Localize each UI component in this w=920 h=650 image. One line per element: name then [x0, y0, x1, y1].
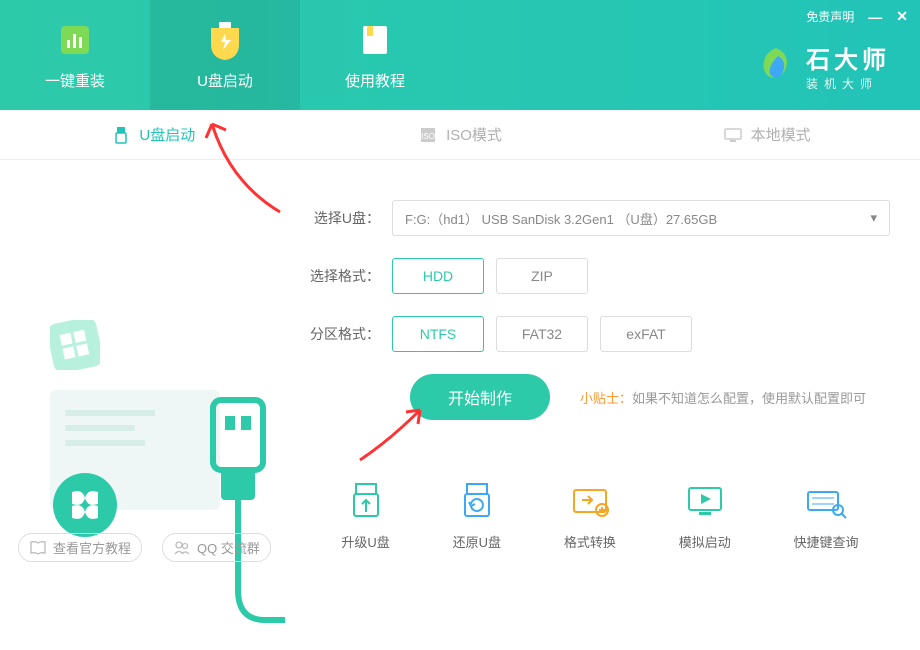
usb-cable-icon: [195, 390, 285, 650]
chevron-down-icon: ▾: [870, 210, 877, 226]
tip-label: 小贴士：: [580, 391, 632, 406]
format-label: 选择格式：: [310, 266, 380, 286]
partition-label: 分区格式：: [310, 324, 380, 344]
start-row: 开始制作 小贴士：如果不知道怎么配置，使用默认配置即可: [310, 374, 890, 420]
tab-label: U盘启动: [139, 124, 195, 145]
footer-label: QQ 交流群: [197, 538, 260, 557]
convert-icon: [568, 480, 612, 524]
partition-fat32[interactable]: FAT32: [496, 316, 588, 352]
tab-iso[interactable]: ISO ISO模式: [307, 110, 614, 159]
disclaimer-link[interactable]: 免责声明: [806, 8, 854, 25]
book-icon: [355, 20, 395, 60]
nav-usb-boot[interactable]: U盘启动: [150, 0, 300, 110]
action-restore-usb[interactable]: 还原U盘: [453, 480, 501, 551]
header: 一键重装 U盘启动 使用教程 免责声明 — ✕ 石大师 装机大师: [0, 0, 920, 110]
windows-tile-icon: [50, 320, 100, 370]
action-label: 格式转换: [564, 532, 616, 551]
nav-label: U盘启动: [197, 70, 253, 91]
usb-icon: [111, 125, 131, 145]
tab-local[interactable]: 本地模式: [613, 110, 920, 159]
tip: 小贴士：如果不知道怎么配置，使用默认配置即可: [580, 388, 866, 407]
nav-label: 使用教程: [345, 70, 405, 91]
action-label: 模拟启动: [679, 532, 731, 551]
format-zip[interactable]: ZIP: [496, 258, 588, 294]
usb-cycle-icon: [455, 480, 499, 524]
tab-usb-boot[interactable]: U盘启动: [0, 110, 307, 159]
brand-title: 石大师: [806, 40, 890, 75]
people-icon: [173, 539, 191, 557]
keyboard-search-icon: [804, 480, 848, 524]
tab-label: 本地模式: [751, 124, 811, 145]
close-button[interactable]: ✕: [896, 8, 908, 25]
action-label: 还原U盘: [453, 532, 501, 551]
form-panel: 选择U盘： F:G:（hd1） USB SanDisk 3.2Gen1 （U盘）…: [290, 160, 920, 580]
brand-subtitle: 装机大师: [806, 75, 890, 92]
nav-label: 一键重装: [45, 70, 105, 91]
play-monitor-icon: [683, 480, 727, 524]
action-upgrade-usb[interactable]: 升级U盘: [341, 480, 389, 551]
brand: 石大师 装机大师: [756, 40, 890, 92]
iso-icon: ISO: [418, 125, 438, 145]
action-label: 快捷键查询: [794, 532, 859, 551]
action-bar: 升级U盘 还原U盘 格式转换 模拟启动 快捷键查询: [310, 480, 890, 551]
main: 选择U盘： F:G:（hd1） USB SanDisk 3.2Gen1 （U盘）…: [0, 160, 920, 580]
monitor-icon: [723, 125, 743, 145]
svg-text:ISO: ISO: [421, 132, 435, 141]
partition-ntfs[interactable]: NTFS: [392, 316, 484, 352]
action-format-convert[interactable]: 格式转换: [564, 480, 616, 551]
start-button[interactable]: 开始制作: [410, 374, 550, 420]
window-controls: 免责声明 — ✕: [806, 8, 908, 25]
illustration-panel: [0, 160, 290, 580]
row-disk: 选择U盘： F:G:（hd1） USB SanDisk 3.2Gen1 （U盘）…: [310, 200, 890, 236]
minimize-button[interactable]: —: [868, 9, 882, 25]
tip-text: 如果不知道怎么配置，使用默认配置即可: [632, 391, 866, 406]
action-hotkey-query[interactable]: 快捷键查询: [794, 480, 859, 551]
row-format: 选择格式： HDD ZIP: [310, 258, 890, 294]
bar-chart-icon: [55, 20, 95, 60]
brand-logo-icon: [756, 46, 796, 86]
partition-exfat[interactable]: exFAT: [600, 316, 692, 352]
action-simulate-boot[interactable]: 模拟启动: [679, 480, 731, 551]
format-hdd[interactable]: HDD: [392, 258, 484, 294]
book-open-icon: [29, 539, 47, 557]
tab-label: ISO模式: [446, 124, 502, 145]
disk-select[interactable]: F:G:（hd1） USB SanDisk 3.2Gen1 （U盘）27.65G…: [392, 200, 890, 236]
row-partition: 分区格式： NTFS FAT32 exFAT: [310, 316, 890, 352]
disk-label: 选择U盘：: [310, 208, 380, 228]
footer-tutorial[interactable]: 查看官方教程: [18, 533, 142, 562]
footer-qq-group[interactable]: QQ 交流群: [162, 533, 271, 562]
footer-label: 查看官方教程: [53, 538, 131, 557]
nav-reinstall[interactable]: 一键重装: [0, 0, 150, 110]
action-label: 升级U盘: [341, 532, 389, 551]
disk-value: F:G:（hd1） USB SanDisk 3.2Gen1 （U盘）27.65G…: [405, 209, 717, 228]
nav-tutorial[interactable]: 使用教程: [300, 0, 450, 110]
mode-tabs: U盘启动 ISO ISO模式 本地模式: [0, 110, 920, 160]
usb-up-icon: [344, 480, 388, 524]
footer: 查看官方教程 QQ 交流群: [18, 533, 271, 562]
shield-usb-icon: [205, 20, 245, 60]
